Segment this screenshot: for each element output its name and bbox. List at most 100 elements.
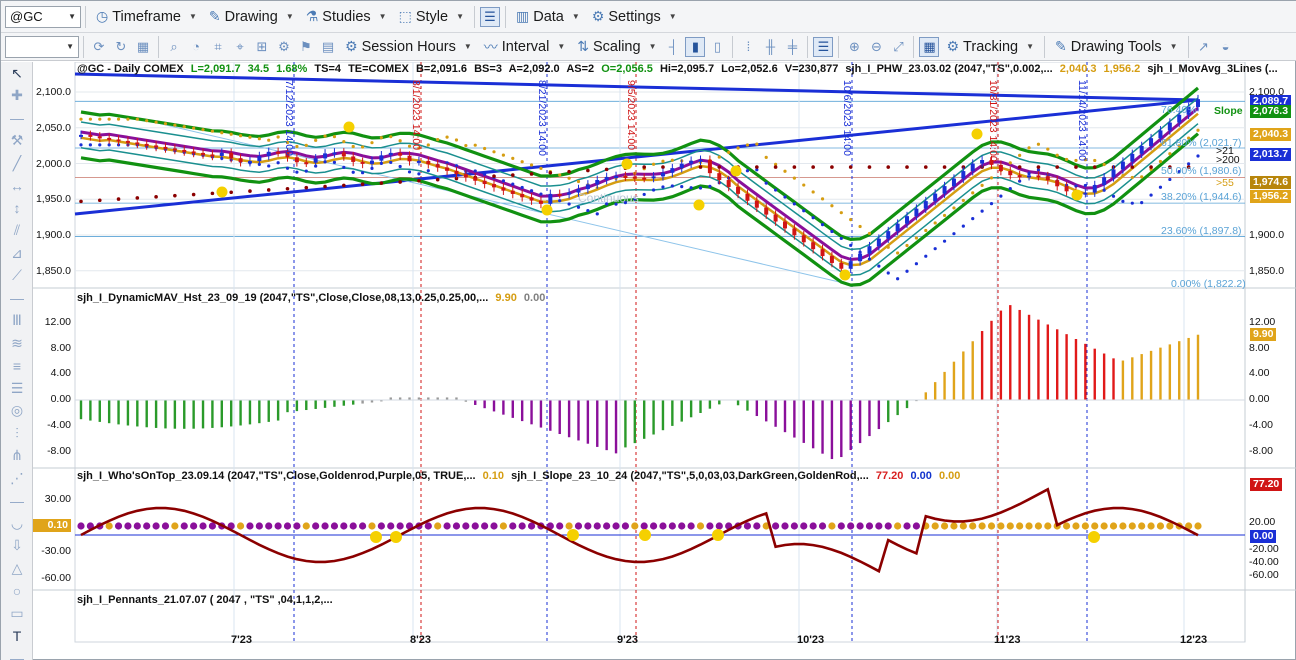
zoom-out-icon[interactable]: ⊖ xyxy=(866,37,886,57)
dot-line-blue xyxy=(360,171,365,175)
dot-line-upper xyxy=(980,183,984,187)
candle-body xyxy=(482,180,487,185)
histogram-value-1: 9.90 xyxy=(495,292,517,304)
text-icon[interactable]: T xyxy=(1,625,33,648)
dot-line-darkred xyxy=(492,174,496,179)
gann-fan-icon[interactable]: ⊿ xyxy=(1,242,33,265)
whos-on-top-dot xyxy=(499,522,507,530)
arc-icon[interactable]: ◡ xyxy=(1,512,33,535)
studies-menu[interactable]: ⚗ Studies ▼ xyxy=(300,5,393,29)
gear-icon: ⚙ xyxy=(591,8,605,24)
symbol-combo[interactable]: @GC ▼ xyxy=(5,5,81,28)
dot-line-darkred xyxy=(698,165,703,169)
separator: — xyxy=(10,290,24,307)
line-icon[interactable]: ╪ xyxy=(782,37,802,57)
histogram-bar xyxy=(952,361,956,400)
speedometer-icon[interactable]: ◒ xyxy=(1216,37,1236,57)
candle-body xyxy=(754,200,759,208)
timeframe-menu[interactable]: ◷ Timeframe ▼ xyxy=(90,5,203,29)
x-axis-label: 12'23 xyxy=(1180,634,1208,646)
candle-body xyxy=(369,160,374,164)
rectangle-icon[interactable]: ▭ xyxy=(1,602,33,625)
whos-on-top-dot xyxy=(321,522,329,530)
style-menu[interactable]: ⬚ Style ▼ xyxy=(393,5,470,29)
dot-line-upper xyxy=(436,137,440,142)
pointer-icon[interactable]: ↖ xyxy=(1,62,33,85)
indicator-icon[interactable]: ▤ xyxy=(318,37,338,57)
scanner-icon[interactable]: ⌖ xyxy=(230,37,250,57)
reload-icon[interactable]: ↻ xyxy=(111,37,131,57)
dot-line-upper xyxy=(192,126,196,130)
grid-icon[interactable]: ▦ xyxy=(133,37,153,57)
candle-body xyxy=(595,179,600,185)
dot-line-blue xyxy=(511,182,515,186)
strategy-icon[interactable]: ⚑ xyxy=(296,37,316,57)
histogram-bar xyxy=(352,400,355,405)
chart-area[interactable]: @GC - Daily COMEX L=2,091.7 34.5 1.68% T… xyxy=(33,62,1296,660)
whos-on-top-dot xyxy=(255,522,263,530)
whos-on-top-dot xyxy=(340,522,348,530)
histogram-bar xyxy=(98,400,101,422)
settings-small-icon[interactable]: ⚙ xyxy=(274,37,294,57)
dot-line-upper xyxy=(971,191,975,195)
fit-icon[interactable]: ⤢ xyxy=(888,37,908,57)
candle-body xyxy=(1017,175,1022,178)
dot-line-blue xyxy=(905,269,909,273)
low-value: Lo=2,052.6 xyxy=(721,63,778,75)
histogram-bar xyxy=(943,371,946,400)
gauge-icon[interactable]: ◔ xyxy=(186,37,206,57)
candle-body xyxy=(736,186,741,194)
session-hours-menu[interactable]: ⚙ Session Hours ▼ xyxy=(339,35,478,59)
whos-on-top-dot xyxy=(143,522,151,530)
slope-value-1: 77.20 xyxy=(875,470,904,482)
zoom-in-icon[interactable]: ⊕ xyxy=(844,37,864,57)
drawing-tools-menu[interactable]: ✎ Drawing Tools ▼ xyxy=(1049,35,1183,59)
candle-body xyxy=(933,193,938,202)
settings-menu[interactable]: ⚙ Settings ▼ xyxy=(586,5,683,29)
hollow-candle-icon[interactable]: ▯ xyxy=(707,37,727,57)
candle-body xyxy=(1167,122,1172,131)
tracking-menu[interactable]: ⚙ Tracking ▼ xyxy=(940,35,1040,59)
candle-body xyxy=(191,151,196,154)
dot-line-blue xyxy=(661,185,665,189)
chevron-down-icon: ▼ xyxy=(68,12,76,21)
dot-line-upper xyxy=(1093,158,1097,163)
ohlc-icon[interactable]: ╫ xyxy=(760,37,780,57)
separator: — xyxy=(10,650,24,660)
regression-icon[interactable]: ⋰ xyxy=(1,467,33,490)
matrix-icon[interactable]: ⊞ xyxy=(252,37,272,57)
candle-body xyxy=(698,159,703,162)
whos-on-top-dot xyxy=(668,522,676,530)
whos-on-top-dot xyxy=(828,522,836,530)
whos-on-top-dot xyxy=(302,522,310,530)
candle-body xyxy=(1111,169,1116,178)
zoom-window-icon[interactable]: ⌕ xyxy=(164,37,184,57)
histogram-bar xyxy=(1056,329,1059,400)
dot-line-upper xyxy=(924,228,928,233)
candlestick-icon[interactable]: ▮ xyxy=(685,36,706,57)
chart-canvas[interactable] xyxy=(33,62,1296,660)
dot-line-darkred xyxy=(548,170,553,175)
trend-chart-icon[interactable]: ↗ xyxy=(1194,37,1214,57)
candle-body xyxy=(97,136,102,139)
interval-menu[interactable]: 〰 Interval ▼ xyxy=(478,35,571,59)
layout-toggle-icon[interactable]: ☰ xyxy=(480,6,500,27)
data-menu[interactable]: ▥ Data ▼ xyxy=(510,5,586,29)
bar-chart-icon[interactable]: ┤ xyxy=(663,37,683,57)
drawing-menu[interactable]: ✎ Drawing ▼ xyxy=(203,5,300,29)
refresh-icon[interactable]: ⟳ xyxy=(89,37,109,57)
scaling-menu[interactable]: ⇅ Scaling ▼ xyxy=(571,35,662,59)
histogram-bar xyxy=(868,400,871,437)
table-icon[interactable]: ▦ xyxy=(919,36,940,57)
dot-line-blue xyxy=(267,164,271,168)
whos-on-top-dot xyxy=(509,522,517,530)
chart-analysis-icon[interactable]: ⌗ xyxy=(208,37,228,57)
dot-line-darkred xyxy=(604,167,609,172)
panel-layout-icon[interactable]: ☰ xyxy=(813,36,834,57)
dot-line-darkred xyxy=(642,165,646,169)
candle-body xyxy=(1120,161,1125,170)
volume-bars-icon[interactable]: ⁞ xyxy=(738,37,758,57)
dot-line-darkred xyxy=(417,179,421,183)
workspace-combo[interactable]: ▼ xyxy=(5,35,79,58)
chevron-down-icon: ▼ xyxy=(463,42,472,51)
